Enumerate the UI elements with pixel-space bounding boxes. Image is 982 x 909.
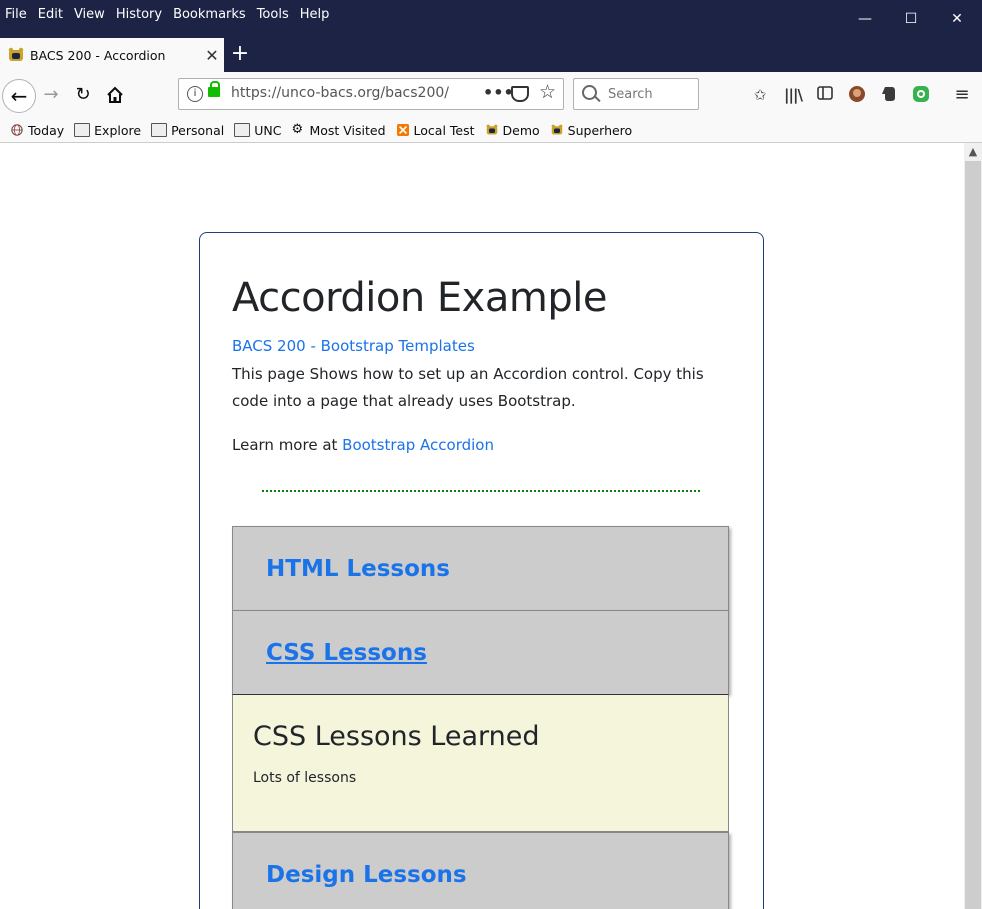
- learn-more-prefix: Learn more at: [232, 436, 343, 454]
- search-icon: [582, 85, 597, 100]
- bear-icon: [486, 124, 497, 135]
- sidebar-icon[interactable]: [815, 85, 835, 105]
- tab-bacs200-accordion[interactable]: BACS 200 - Accordion ✕: [0, 38, 224, 72]
- evernote-icon[interactable]: [879, 85, 899, 105]
- bookmarks-star-list-icon[interactable]: ✩: [750, 85, 770, 105]
- close-window-button[interactable]: ✕: [934, 6, 980, 32]
- forward-arrow-icon: →: [43, 84, 59, 105]
- gear-icon: ⚙: [291, 122, 304, 137]
- accordion-header-css[interactable]: CSS Lessons: [232, 610, 729, 694]
- bookmark-personal[interactable]: Personal: [151, 123, 224, 138]
- bookmark-today[interactable]: Today: [10, 123, 64, 138]
- folder-icon: [151, 123, 168, 137]
- bookmark-local-test[interactable]: Local Test: [396, 123, 475, 138]
- menubar: File Edit View History Bookmarks Tools H…: [0, 6, 335, 26]
- window-titlebar: File Edit View History Bookmarks Tools H…: [0, 0, 982, 38]
- bookmark-label: Superhero: [567, 122, 633, 138]
- bear-icon: [8, 47, 24, 61]
- folder-icon: [74, 123, 91, 137]
- lock-icon[interactable]: [208, 81, 220, 97]
- accordion-toggle-html[interactable]: HTML Lessons: [266, 556, 450, 582]
- avatar-shape: [849, 86, 865, 102]
- page-viewport: Accordion Example BACS 200 - Bootstrap T…: [0, 143, 964, 909]
- bootstrap-accordion-link[interactable]: Bootstrap Accordion: [342, 436, 494, 454]
- bookmark-most-visited[interactable]: ⚙ Most Visited: [291, 123, 385, 138]
- bookmark-superhero[interactable]: Superhero: [550, 122, 633, 138]
- bookmark-label: Today: [28, 122, 65, 138]
- menu-bookmarks[interactable]: Bookmarks: [168, 6, 252, 26]
- bookmark-label: Demo: [502, 122, 540, 138]
- menu-help[interactable]: Help: [295, 6, 336, 26]
- menu-file[interactable]: File: [0, 6, 33, 26]
- accordion-toggle-design[interactable]: Design Lessons: [266, 862, 467, 888]
- search-bar[interactable]: Search: [573, 78, 699, 110]
- accordion: HTML Lessons CSS Lessons CSS Lessons Lea…: [232, 526, 729, 909]
- bear-icon: [551, 124, 563, 135]
- maximize-button[interactable]: ☐: [888, 6, 934, 32]
- bookmark-demo[interactable]: Demo: [485, 123, 540, 138]
- library-icon[interactable]: |||\: [783, 85, 803, 105]
- accordion-header-html[interactable]: HTML Lessons: [232, 526, 729, 610]
- accordion-panel-css: CSS Lessons Learned Lots of lessons: [232, 694, 729, 832]
- minimize-button[interactable]: —: [842, 6, 888, 32]
- page-title: Accordion Example: [232, 275, 607, 321]
- forward-button[interactable]: →: [36, 80, 66, 110]
- bookmark-unc[interactable]: UNC: [234, 123, 281, 138]
- reload-icon: ↻: [75, 84, 91, 105]
- sidebar-shape: [817, 86, 833, 100]
- panel-title: CSS Lessons Learned: [253, 721, 540, 752]
- url-text[interactable]: https://unco-bacs.org/bacs200/dem: [231, 85, 449, 101]
- globe-icon: [11, 124, 23, 136]
- home-button[interactable]: [100, 80, 130, 110]
- menu-edit[interactable]: Edit: [33, 6, 69, 26]
- pocket-icon[interactable]: [511, 86, 529, 102]
- new-tab-button[interactable]: +: [228, 41, 252, 69]
- home-icon: [107, 86, 123, 103]
- bookmark-label: Most Visited: [309, 122, 386, 138]
- extension-shape: [913, 86, 929, 102]
- hamburger-menu-icon[interactable]: ≡: [952, 85, 972, 105]
- accordion-header-design[interactable]: Design Lessons: [232, 832, 729, 909]
- back-arrow-icon: ←: [10, 84, 28, 108]
- profile-avatar-icon[interactable]: [847, 85, 867, 105]
- bookmark-explore[interactable]: Explore: [74, 123, 141, 138]
- menu-tools[interactable]: Tools: [252, 6, 295, 26]
- bookmark-label: Local Test: [413, 122, 475, 138]
- bookmark-label: UNC: [254, 122, 282, 138]
- learn-more-text: Learn more at Bootstrap Accordion: [232, 436, 494, 454]
- bookmark-label: Personal: [171, 122, 225, 138]
- back-button[interactable]: ←: [2, 79, 36, 113]
- folder-icon: [234, 123, 251, 137]
- info-icon[interactable]: i: [187, 86, 203, 102]
- url-bar[interactable]: i https://unco-bacs.org/bacs200/dem ••• …: [178, 78, 564, 110]
- reload-button[interactable]: ↻: [68, 80, 98, 110]
- panel-text: Lots of lessons: [253, 770, 357, 786]
- scroll-up-icon[interactable]: ▲: [964, 143, 982, 161]
- xampp-icon: [396, 124, 409, 136]
- extension-green-icon[interactable]: [911, 85, 931, 105]
- vertical-scrollbar[interactable]: ▲: [964, 143, 982, 909]
- navigation-toolbar: ← → ↻ i https://unco-bacs.org/bacs200/de…: [0, 72, 982, 118]
- bookmark-label: Explore: [94, 122, 142, 138]
- page-description: This page Shows how to set up an Accordi…: [232, 365, 704, 410]
- close-tab-icon[interactable]: ✕: [200, 46, 224, 65]
- content-card: Accordion Example BACS 200 - Bootstrap T…: [199, 232, 764, 909]
- scroll-thumb[interactable]: [965, 161, 981, 909]
- tab-strip: BACS 200 - Accordion ✕ +: [0, 38, 982, 72]
- bookmarks-toolbar: Today Explore Personal UNC ⚙ Most Visite…: [0, 118, 982, 143]
- bookmark-star-icon[interactable]: ☆: [539, 81, 556, 103]
- tab-title: BACS 200 - Accordion: [30, 47, 166, 63]
- menu-view[interactable]: View: [69, 6, 111, 26]
- menu-history[interactable]: History: [111, 6, 168, 26]
- dotted-divider: [262, 490, 700, 492]
- search-placeholder: Search: [608, 87, 653, 102]
- page-actions-icon[interactable]: •••: [483, 83, 514, 102]
- accordion-toggle-css[interactable]: CSS Lessons: [266, 640, 427, 666]
- evernote-shape: [882, 87, 895, 101]
- templates-link[interactable]: BACS 200 - Bootstrap Templates: [232, 337, 475, 355]
